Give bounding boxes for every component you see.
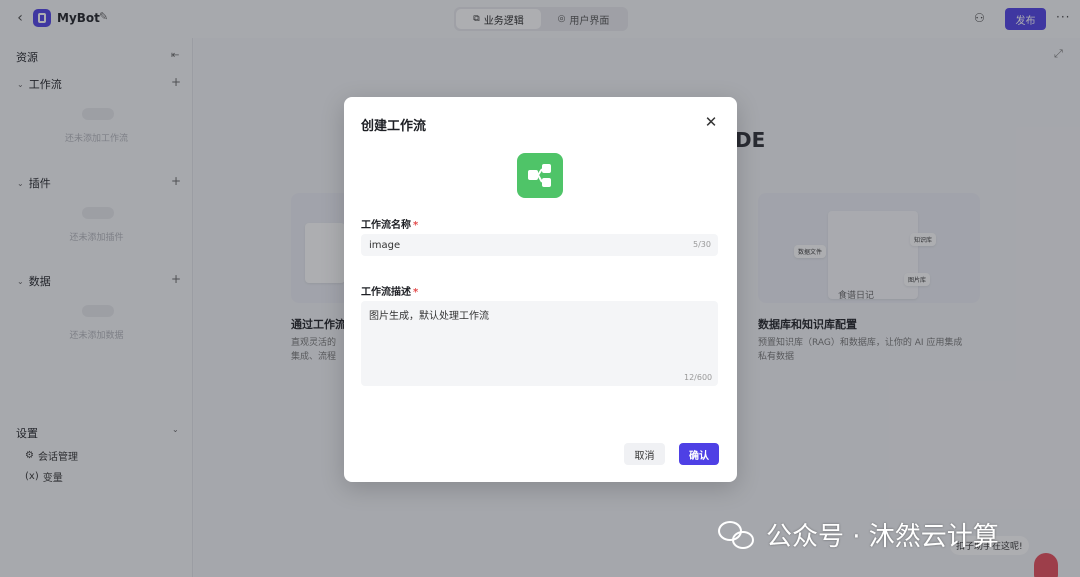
description-char-count: 12/600 (684, 373, 713, 382)
workflow-name-input[interactable] (361, 234, 718, 256)
watermark: 公众号 · 沐然云计算 (718, 516, 999, 553)
workflow-name-label: 工作流名称 * (361, 220, 419, 231)
workflow-nodes-icon (528, 164, 551, 187)
confirm-button[interactable]: 确认 (679, 443, 719, 465)
workflow-description-label: 工作流描述 * (361, 287, 419, 298)
workflow-description-input[interactable]: 图片生成，默认处理工作流 (361, 301, 718, 386)
watermark-text: 公众号 · 沐然云计算 (766, 522, 999, 552)
name-char-count: 5/30 (693, 240, 711, 249)
dialog-title: 创建工作流 (361, 119, 427, 134)
wechat-icon (718, 519, 758, 551)
cancel-button[interactable]: 取消 (624, 443, 665, 465)
create-workflow-dialog: 创建工作流 ✕ 工作流名称* 5/30 工作流描述* 图片生成，默认处理工作流 … (344, 97, 737, 482)
close-icon[interactable]: ✕ (702, 113, 720, 131)
workflow-icon[interactable] (517, 153, 563, 198)
